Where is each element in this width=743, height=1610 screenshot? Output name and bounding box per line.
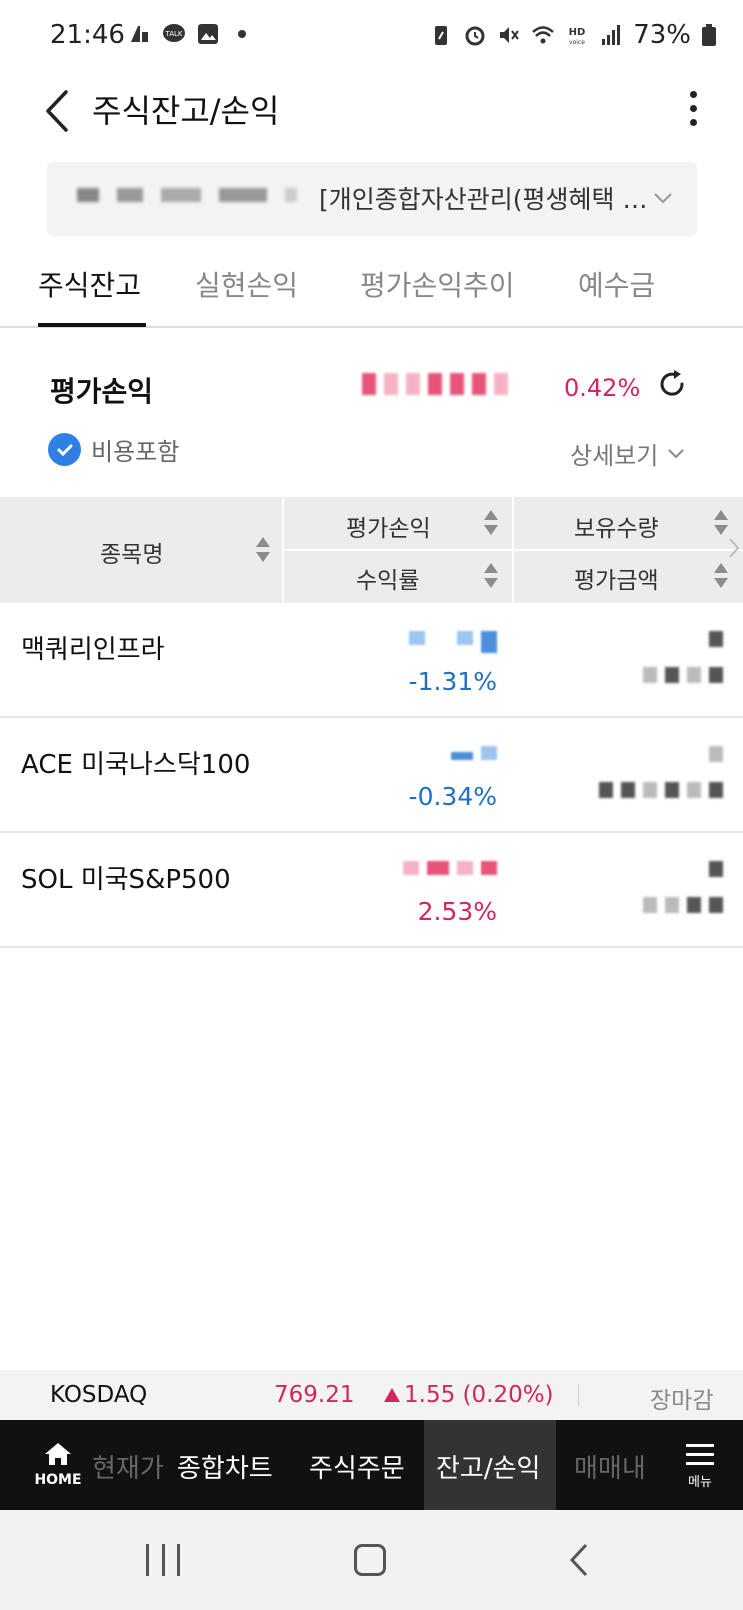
- page-title: 주식잔고/손익: [92, 92, 280, 130]
- sort-icon[interactable]: [484, 563, 498, 589]
- quantity-masked: [709, 746, 723, 762]
- nav-chart[interactable]: 종합차트: [177, 1448, 273, 1485]
- nav-home-label: HOME: [34, 1472, 82, 1488]
- sort-icon[interactable]: [484, 510, 498, 536]
- system-nav: [0, 1510, 743, 1610]
- tab-stock-balance[interactable]: 주식잔고: [38, 264, 141, 304]
- signal-icon: [131, 26, 148, 42]
- check-icon: [48, 433, 81, 466]
- hd-voice-icon: HDvoice: [569, 27, 586, 46]
- column-eval-pl[interactable]: 평가손익: [346, 509, 431, 543]
- tab-indicator: [38, 323, 146, 327]
- eval-pl-masked: [451, 746, 497, 760]
- nav-balance[interactable]: 잔고/손익: [436, 1448, 540, 1485]
- wifi-icon: [532, 26, 555, 44]
- battery-saver-icon: [435, 26, 448, 45]
- up-triangle-icon: [384, 1388, 400, 1402]
- chevron-down-icon: [668, 448, 685, 458]
- table-header: 종목명 평가손익 수익률 보유수량 평가금액: [0, 497, 743, 603]
- svg-text:TALK: TALK: [164, 30, 182, 38]
- nav-current-price[interactable]: 현재가: [92, 1448, 164, 1485]
- more-vertical-icon[interactable]: [683, 86, 703, 136]
- account-name: [개인종합자산관리(평생혜택 중…: [319, 185, 669, 214]
- include-cost-label: 비용포함: [91, 438, 180, 466]
- mute-icon: [500, 27, 520, 43]
- quantity-masked: [709, 631, 723, 647]
- svg-text:HD: HD: [569, 27, 586, 38]
- status-time: 21:46: [50, 20, 125, 50]
- table-row[interactable]: ACE 미국나스닥100 -0.34%: [0, 718, 743, 833]
- table-row[interactable]: SOL 미국S&P500 2.53%: [0, 833, 743, 948]
- nav-menu-label: 메뉴: [688, 1475, 712, 1490]
- sort-icon[interactable]: [256, 537, 270, 563]
- recent-apps-icon[interactable]: [146, 1544, 180, 1576]
- ticker-change: 1.55 (0.20%): [384, 1382, 554, 1408]
- eval-amount-masked: [599, 782, 723, 798]
- return-rate: 2.53%: [417, 897, 497, 926]
- bottom-nav: HOME 현재가 종합차트 주식주문 잔고/손익 매매내 메뉴: [0, 1420, 743, 1510]
- nav-order[interactable]: 주식주문: [309, 1448, 405, 1485]
- system-back-icon[interactable]: [566, 1542, 594, 1578]
- battery-percent: 73%: [633, 20, 691, 50]
- summary-label: 평가손익: [50, 375, 154, 408]
- talk-icon: TALK: [163, 24, 185, 42]
- ticker-value: 769.21: [274, 1382, 355, 1408]
- market-ticker[interactable]: KOSDAQ 769.21 1.55 (0.20%) 장마감: [0, 1370, 743, 1420]
- stock-name: SOL 미국S&P500: [21, 865, 231, 895]
- column-return-rate[interactable]: 수익률: [356, 561, 419, 595]
- battery-icon: [702, 24, 716, 46]
- refresh-icon[interactable]: [655, 367, 689, 401]
- account-number-masked: [77, 188, 297, 202]
- include-cost-checkbox[interactable]: 비용포함: [48, 432, 179, 467]
- chevron-down-icon: [654, 193, 672, 204]
- eval-pl-masked: [403, 861, 497, 875]
- cell-signal-icon: [602, 25, 621, 45]
- tab-deposit[interactable]: 예수금: [578, 264, 655, 304]
- sort-icon[interactable]: [714, 510, 728, 536]
- account-selector[interactable]: [개인종합자산관리(평생혜택 중…: [47, 162, 697, 236]
- summary-rate: 0.42%: [564, 374, 641, 402]
- column-eval-amount[interactable]: 평가금액: [574, 561, 659, 595]
- svg-text:voice: voice: [569, 39, 585, 46]
- eval-amount-masked: [643, 667, 723, 683]
- eval-pl-masked: [409, 631, 497, 653]
- nav-home[interactable]: HOME: [22, 1442, 94, 1488]
- chevron-right-icon[interactable]: [727, 535, 741, 561]
- back-button[interactable]: [40, 86, 76, 136]
- nav-menu[interactable]: 메뉴: [680, 1444, 720, 1490]
- table-row[interactable]: 맥쿼리인프라 -1.31%: [0, 603, 743, 718]
- home-icon: [45, 1443, 71, 1465]
- dot-icon: [238, 30, 246, 38]
- sort-icon[interactable]: [714, 563, 728, 589]
- tab-eval-pl-trend[interactable]: 평가손익추이: [360, 264, 515, 304]
- alarm-icon: [465, 26, 485, 46]
- detail-view-label: 상세보기: [570, 442, 659, 470]
- tab-realized-pl[interactable]: 실현손익: [195, 264, 298, 304]
- gallery-icon: [198, 24, 218, 44]
- tab-bar: 주식잔고 실현손익 평가손익추이 예수금: [0, 240, 743, 328]
- ticker-name: KOSDAQ: [50, 1382, 148, 1408]
- stock-name: 맥쿼리인프라: [21, 635, 165, 665]
- nav-trades[interactable]: 매매내: [574, 1448, 646, 1485]
- detail-view-link[interactable]: 상세보기: [570, 436, 686, 471]
- column-quantity[interactable]: 보유수량: [574, 509, 659, 543]
- column-stock-name[interactable]: 종목명: [100, 535, 163, 569]
- app-header: 주식잔고/손익: [0, 72, 743, 162]
- home-button-icon[interactable]: [354, 1544, 386, 1576]
- eval-amount-masked: [643, 897, 723, 913]
- status-bar: 21:46 TALK HD voice 73%: [0, 0, 743, 72]
- return-rate: -1.31%: [408, 667, 497, 696]
- ticker-change-value: 1.55 (0.20%): [404, 1382, 554, 1408]
- summary-amount-masked: [362, 373, 508, 395]
- return-rate: -0.34%: [408, 782, 497, 811]
- market-status: 장마감: [650, 1388, 714, 1414]
- quantity-masked: [709, 861, 723, 877]
- stock-name: ACE 미국나스닥100: [21, 750, 251, 780]
